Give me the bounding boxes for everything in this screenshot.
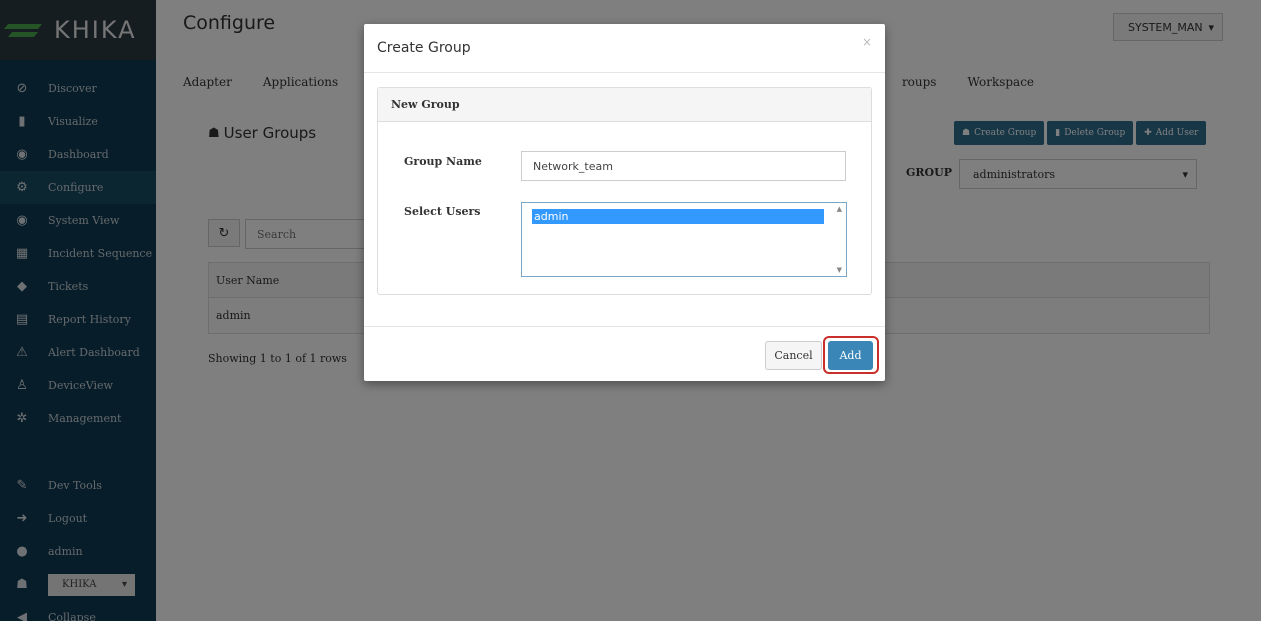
group-name-input[interactable]: Network_team (521, 151, 846, 181)
scroll-up-icon[interactable]: ▲ (837, 205, 842, 213)
select-users-label: Select Users (404, 205, 481, 218)
add-button[interactable]: Add (828, 341, 873, 370)
modal-header: Create Group × (364, 24, 885, 73)
group-name-label: Group Name (404, 155, 482, 168)
user-option-admin[interactable]: admin (532, 209, 824, 224)
select-users-listbox[interactable]: admin ▲ ▼ (521, 202, 847, 277)
modal-footer: Cancel Add (364, 326, 885, 381)
panel-heading: New Group (378, 88, 871, 122)
new-group-panel: New Group Group Name Network_team Select… (377, 87, 872, 295)
cancel-button[interactable]: Cancel (765, 341, 822, 370)
create-group-modal: Create Group × New Group Group Name Netw… (364, 24, 885, 381)
scroll-down-icon[interactable]: ▼ (837, 266, 842, 274)
modal-title: Create Group (377, 40, 471, 56)
close-icon[interactable]: × (862, 35, 872, 49)
